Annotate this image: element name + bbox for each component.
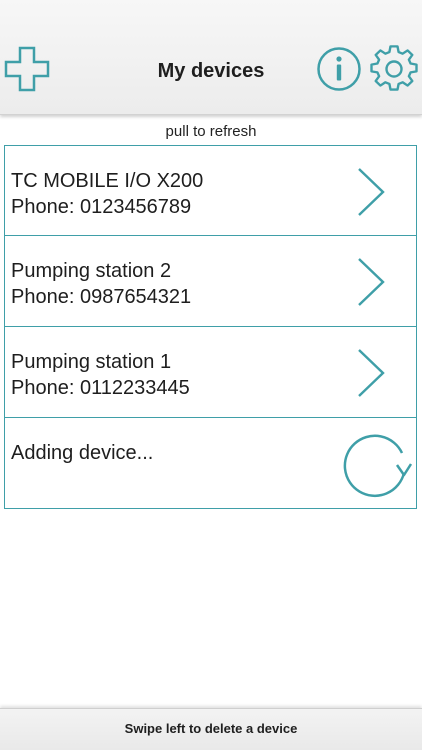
device-row[interactable]: Pumping station 2 Phone: 0987654321 [4, 236, 417, 327]
info-icon [317, 47, 361, 91]
pull-to-refresh-hint: pull to refresh [165, 123, 257, 140]
swipe-to-delete-hint: Swipe left to delete a device [124, 721, 298, 736]
app-screen: My devices pull to refresh TC MOBILE I/O… [0, 0, 422, 750]
device-phone: Phone: 0123456789 [11, 196, 192, 218]
device-row[interactable]: TC MOBILE I/O X200 Phone: 0123456789 [4, 145, 417, 236]
refresh-icon [343, 434, 413, 498]
adding-device-row: Adding device... [4, 418, 417, 509]
device-phone: Phone: 0112233445 [11, 377, 190, 399]
chevron-right-icon [358, 349, 385, 397]
bottom-toolbar: Swipe left to delete a device [0, 708, 422, 750]
navigation-bar: My devices [0, 0, 422, 115]
device-name: TC MOBILE I/O X200 [11, 170, 204, 192]
device-row[interactable]: Pumping station 1 Phone: 0112233445 [4, 327, 417, 418]
device-info: TC MOBILE I/O X200 Phone: 0123456789 [11, 168, 203, 220]
device-name: Pumping station 1 [11, 351, 172, 373]
device-info: Pumping station 1 Phone: 0112233445 [11, 349, 190, 401]
gear-icon [370, 45, 418, 91]
adding-device-label: Adding device... [11, 442, 154, 464]
settings-button[interactable] [370, 45, 418, 93]
device-info: Pumping station 2 Phone: 0987654321 [11, 258, 191, 310]
device-phone: Phone: 0987654321 [11, 286, 192, 308]
chevron-right-icon [358, 258, 385, 306]
device-name: Pumping station 2 [11, 260, 172, 282]
device-list: TC MOBILE I/O X200 Phone: 0123456789 Pum… [4, 145, 417, 509]
chevron-right-icon [358, 168, 385, 216]
info-button[interactable] [316, 46, 362, 92]
